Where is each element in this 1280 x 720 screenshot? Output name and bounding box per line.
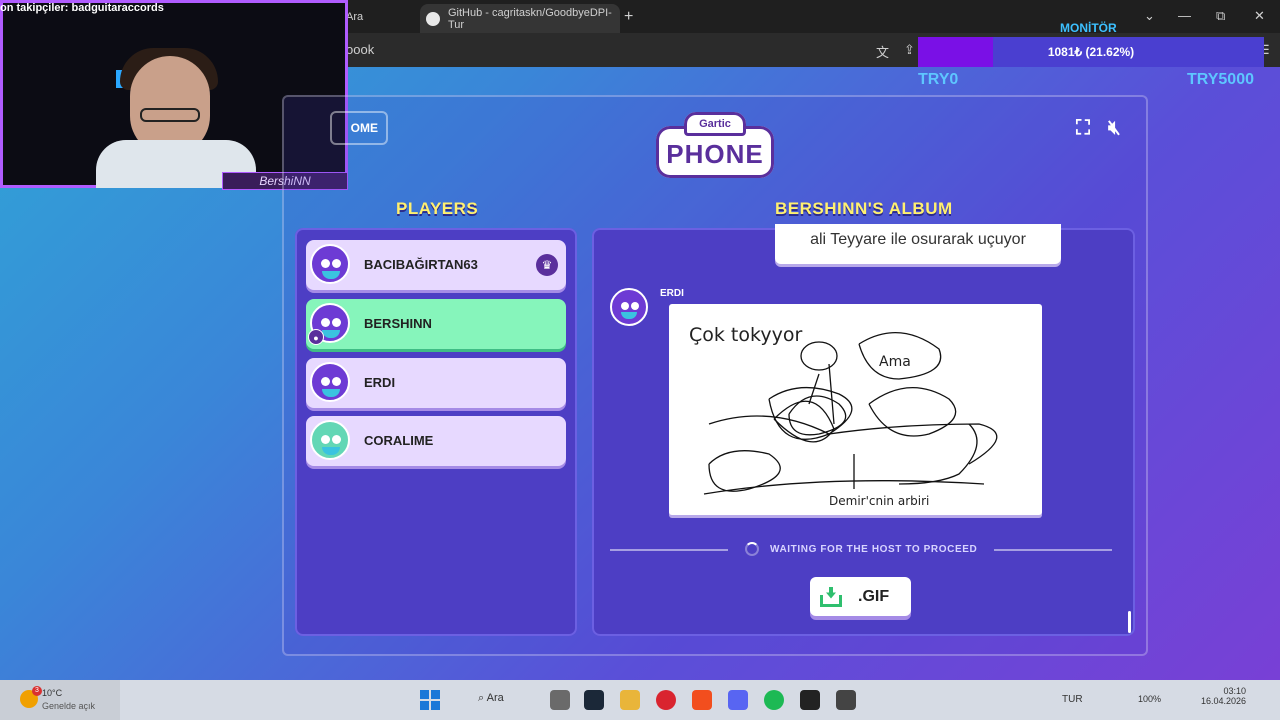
player-name: ERDI (364, 375, 396, 390)
close-button[interactable]: ✕ (1254, 8, 1265, 24)
player-avatar (310, 420, 350, 460)
translate-icon[interactable]: 文 (876, 42, 889, 61)
taskbar-left-area (0, 680, 120, 720)
current-user-icon: ● (308, 329, 324, 345)
streamer-glasses (140, 108, 200, 122)
drawing-text-mid: Ama (879, 354, 911, 370)
goal-max-label: TRY5000 (1187, 71, 1254, 88)
chevron-down-icon[interactable]: ⌄ (1144, 8, 1155, 24)
taskbar-search-label: Ara (486, 692, 504, 704)
weather-desc: Genelde açık (42, 701, 96, 711)
windows-start-icon[interactable] (420, 690, 440, 710)
task-view-icon[interactable] (550, 690, 570, 710)
taskbar-search[interactable]: ⌕ Ara (478, 692, 504, 705)
gartic-phone-logo: Gartic PHONE (656, 112, 774, 182)
donation-goal-bar: 1081₺ (21.62%) (918, 37, 1264, 67)
album-drawing: Çok tokyyor Ama Demir'cnin arbiri (669, 304, 1042, 515)
monitor-label: MONİTÖR (1060, 21, 1117, 35)
mute-icon[interactable]: 🔇︎ (1108, 117, 1121, 140)
player-erdi[interactable]: ERDI (306, 358, 566, 408)
author-avatar (610, 288, 648, 326)
player-name: BERSHINN (364, 316, 432, 331)
new-tab-button[interactable]: + (624, 0, 633, 33)
home-button[interactable]: OME (330, 111, 388, 145)
album-scrollbar[interactable] (1128, 611, 1131, 633)
download-gif-button[interactable]: .GIF (810, 577, 911, 616)
system-clock[interactable]: 03:10 16.04.2026 (1190, 686, 1246, 706)
spotify-icon[interactable] (764, 690, 784, 710)
player-name: BACIBAĞIRTAN63 (364, 257, 478, 272)
drawing-text-bottom: Demir'cnin arbiri (829, 494, 930, 508)
steam-icon[interactable] (584, 690, 604, 710)
share-icon[interactable]: ⇪ (904, 42, 915, 58)
weather-badge: 3 (32, 686, 42, 696)
github-icon (426, 11, 440, 26)
restore-button[interactable]: ⧉ (1216, 8, 1225, 24)
album-text-entry: ali Teyyare ile osurarak uçuyor (775, 224, 1061, 264)
players-title: PLAYERS (396, 199, 479, 218)
tab-github-label: GitHub - cagritaskn/GoodbyeDPI-Tur (448, 6, 612, 31)
logo-top-text: Gartic (684, 112, 746, 136)
tab-ara[interactable]: Ara (346, 0, 363, 33)
author-name: ERDI (660, 288, 684, 299)
player-avatar (310, 244, 350, 284)
divider-left (610, 549, 728, 551)
download-icon (820, 586, 842, 607)
player-bershinn[interactable]: ● BERSHINN (306, 299, 566, 349)
player-avatar (310, 362, 350, 402)
goal-min-label: TRY0 (918, 71, 959, 88)
brave-icon[interactable] (692, 690, 712, 710)
language-indicator[interactable]: TUR (1062, 694, 1083, 705)
app-icon[interactable] (836, 690, 856, 710)
host-crown-icon: ♛ (536, 254, 558, 276)
player-bacibagirtan63[interactable]: BACIBAĞIRTAN63 ♛ (306, 240, 566, 290)
windows-taskbar (0, 680, 1280, 720)
album-title: BERSHINN'S ALBUM (775, 199, 953, 218)
gif-button-label: .GIF (858, 587, 890, 605)
divider-right (994, 549, 1112, 551)
discord-icon[interactable] (728, 690, 748, 710)
weather-temp: 10°C (42, 688, 63, 698)
clock-time: 03:10 (1223, 686, 1246, 696)
tab-github[interactable]: GitHub - cagritaskn/GoodbyeDPI-Tur (420, 4, 620, 33)
file-explorer-icon[interactable] (620, 690, 640, 710)
address-bar-text[interactable]: oook (346, 42, 374, 57)
player-coralime[interactable]: CORALIME (306, 416, 566, 466)
obs-icon[interactable] (800, 690, 820, 710)
loading-spinner-icon (745, 542, 759, 556)
drawing-text-top: Çok tokyyor (689, 324, 803, 346)
fullscreen-icon[interactable]: ⛶ (1076, 117, 1090, 140)
player-name: CORALIME (364, 433, 434, 448)
opera-icon[interactable] (656, 690, 676, 710)
logo-main-text: PHONE (666, 139, 764, 169)
battery-indicator[interactable]: 100% (1138, 694, 1161, 704)
webcam-ticker-text: on takipçiler: badguitaraccords (0, 2, 164, 14)
waiting-status: WAITING FOR THE HOST TO PROCEED (770, 544, 978, 555)
minimize-button[interactable]: — (1178, 8, 1191, 23)
donation-goal-text: 1081₺ (21.62%) (1047, 45, 1135, 59)
clock-date: 16.04.2026 (1200, 696, 1246, 706)
